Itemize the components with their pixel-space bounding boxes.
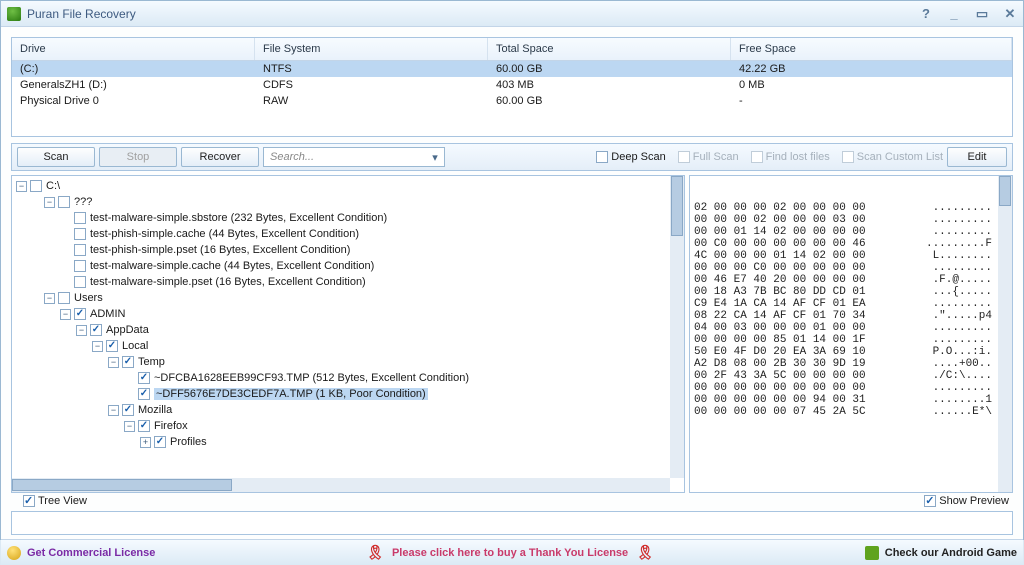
checkbox[interactable]: ✓ bbox=[122, 404, 134, 416]
expand-icon[interactable]: + bbox=[140, 437, 151, 448]
full-scan-checkbox: Full Scan bbox=[678, 151, 739, 163]
drive-row[interactable]: (C:) NTFS 60.00 GB 42.22 GB bbox=[12, 61, 1012, 77]
find-lost-files-checkbox: Find lost files bbox=[751, 151, 830, 163]
collapse-icon[interactable]: − bbox=[108, 357, 119, 368]
stop-button: Stop bbox=[99, 147, 177, 167]
vertical-scrollbar[interactable] bbox=[670, 176, 684, 478]
app-window: Puran File Recovery ? _ ▭ ✕ Drive File S… bbox=[0, 0, 1024, 540]
collapse-icon[interactable]: − bbox=[76, 325, 87, 336]
checkbox[interactable] bbox=[74, 244, 86, 256]
ribbon-icon: 🎗 bbox=[636, 544, 654, 561]
tree-file[interactable]: test-malware-simple.pset (16 Bytes, Exce… bbox=[90, 276, 366, 288]
tree-file[interactable]: test-phish-simple.cache (44 Bytes, Excel… bbox=[90, 228, 359, 240]
view-options: ✓Tree View ✓Show Preview bbox=[11, 493, 1013, 509]
tree-folder-root[interactable]: C:\ bbox=[46, 180, 60, 192]
checkbox[interactable]: ✓ bbox=[122, 356, 134, 368]
collapse-icon[interactable]: − bbox=[92, 341, 103, 352]
tree-folder[interactable]: Firefox bbox=[154, 420, 188, 432]
drive-list-header: Drive File System Total Space Free Space bbox=[12, 38, 1012, 61]
android-icon bbox=[865, 546, 879, 560]
tree-file-selected[interactable]: ~DFF5676E7DE3CEDF7A.TMP (1 KB, Poor Cond… bbox=[154, 388, 428, 400]
checkbox[interactable] bbox=[74, 260, 86, 272]
tree-folder[interactable]: Users bbox=[74, 292, 103, 304]
show-preview-checkbox[interactable]: ✓Show Preview bbox=[924, 495, 1009, 507]
scan-custom-list-checkbox: Scan Custom List bbox=[842, 151, 943, 163]
chevron-down-icon[interactable]: ▾ bbox=[428, 151, 442, 164]
drive-list: Drive File System Total Space Free Space… bbox=[11, 37, 1013, 137]
tree-folder[interactable]: Mozilla bbox=[138, 404, 172, 416]
drive-row[interactable]: Physical Drive 0 RAW 60.00 GB - bbox=[12, 93, 1012, 109]
collapse-icon[interactable]: − bbox=[16, 181, 27, 192]
checkbox[interactable]: ✓ bbox=[138, 388, 150, 400]
col-header-fs[interactable]: File System bbox=[255, 38, 488, 60]
col-header-drive[interactable]: Drive bbox=[12, 38, 255, 60]
checkbox[interactable]: ✓ bbox=[90, 324, 102, 336]
close-icon[interactable]: ✕ bbox=[1003, 6, 1017, 22]
col-header-free[interactable]: Free Space bbox=[731, 38, 1012, 60]
android-game-link[interactable]: Check our Android Game bbox=[885, 547, 1017, 559]
hex-preview: 02 00 00 00 02 00 00 00 00.........00 00… bbox=[689, 175, 1013, 493]
tree-folder[interactable]: ??? bbox=[74, 196, 92, 208]
checkbox[interactable]: ✓ bbox=[154, 436, 166, 448]
col-header-total[interactable]: Total Space bbox=[488, 38, 731, 60]
collapse-icon[interactable]: − bbox=[44, 197, 55, 208]
edit-button[interactable]: Edit bbox=[947, 147, 1007, 167]
checkbox[interactable]: ✓ bbox=[138, 420, 150, 432]
checkbox[interactable]: ✓ bbox=[74, 308, 86, 320]
file-tree[interactable]: − C:\ −??? test-malware-simple.sbstore (2… bbox=[11, 175, 685, 493]
scan-button[interactable]: Scan bbox=[17, 147, 95, 167]
deep-scan-checkbox[interactable]: Deep Scan bbox=[596, 151, 665, 163]
commercial-license-link[interactable]: Get Commercial License bbox=[27, 547, 155, 559]
drive-row[interactable]: GeneralsZH1 (D:) CDFS 403 MB 0 MB bbox=[12, 77, 1012, 93]
minimize-icon[interactable]: _ bbox=[947, 6, 961, 22]
recover-button[interactable]: Recover bbox=[181, 147, 259, 167]
bottom-bar: Get Commercial License 🎗 Please click he… bbox=[1, 539, 1023, 565]
tree-folder[interactable]: Temp bbox=[138, 356, 165, 368]
collapse-icon[interactable]: − bbox=[44, 293, 55, 304]
toolbar: Scan Stop Recover Search... ▾ Deep Scan … bbox=[11, 143, 1013, 171]
tree-folder[interactable]: ADMIN bbox=[90, 308, 125, 320]
coin-icon bbox=[7, 546, 21, 560]
titlebar: Puran File Recovery ? _ ▭ ✕ bbox=[1, 1, 1023, 27]
checkbox[interactable]: ✓ bbox=[138, 372, 150, 384]
checkbox[interactable] bbox=[58, 292, 70, 304]
horizontal-scrollbar[interactable] bbox=[12, 478, 670, 492]
tree-folder[interactable]: Local bbox=[122, 340, 148, 352]
help-icon[interactable]: ? bbox=[919, 6, 933, 22]
tree-file[interactable]: test-malware-simple.cache (44 Bytes, Exc… bbox=[90, 260, 374, 272]
tree-file[interactable]: test-malware-simple.sbstore (232 Bytes, … bbox=[90, 212, 387, 224]
collapse-icon[interactable]: − bbox=[124, 421, 135, 432]
vertical-scrollbar[interactable] bbox=[998, 176, 1012, 492]
tree-folder[interactable]: Profiles bbox=[170, 436, 207, 448]
collapse-icon[interactable]: − bbox=[60, 309, 71, 320]
search-input[interactable]: Search... ▾ bbox=[263, 147, 445, 167]
checkbox[interactable] bbox=[74, 276, 86, 288]
window-title: Puran File Recovery bbox=[27, 7, 919, 21]
tree-file[interactable]: test-phish-simple.pset (16 Bytes, Excell… bbox=[90, 244, 350, 256]
checkbox[interactable] bbox=[58, 196, 70, 208]
app-icon bbox=[7, 7, 21, 21]
thank-you-license-link[interactable]: Please click here to buy a Thank You Lic… bbox=[392, 547, 628, 559]
checkbox[interactable] bbox=[74, 212, 86, 224]
status-bar bbox=[11, 511, 1013, 535]
search-placeholder: Search... bbox=[270, 151, 314, 163]
checkbox[interactable]: ✓ bbox=[106, 340, 118, 352]
tree-folder[interactable]: AppData bbox=[106, 324, 149, 336]
tree-view-checkbox[interactable]: ✓Tree View bbox=[23, 495, 87, 507]
maximize-icon[interactable]: ▭ bbox=[975, 6, 989, 22]
ribbon-icon: 🎗 bbox=[366, 544, 384, 561]
collapse-icon[interactable]: − bbox=[108, 405, 119, 416]
checkbox[interactable] bbox=[30, 180, 42, 192]
tree-file[interactable]: ~DFCBA1628EEB99CF93.TMP (512 Bytes, Exce… bbox=[154, 372, 469, 384]
checkbox[interactable] bbox=[74, 228, 86, 240]
